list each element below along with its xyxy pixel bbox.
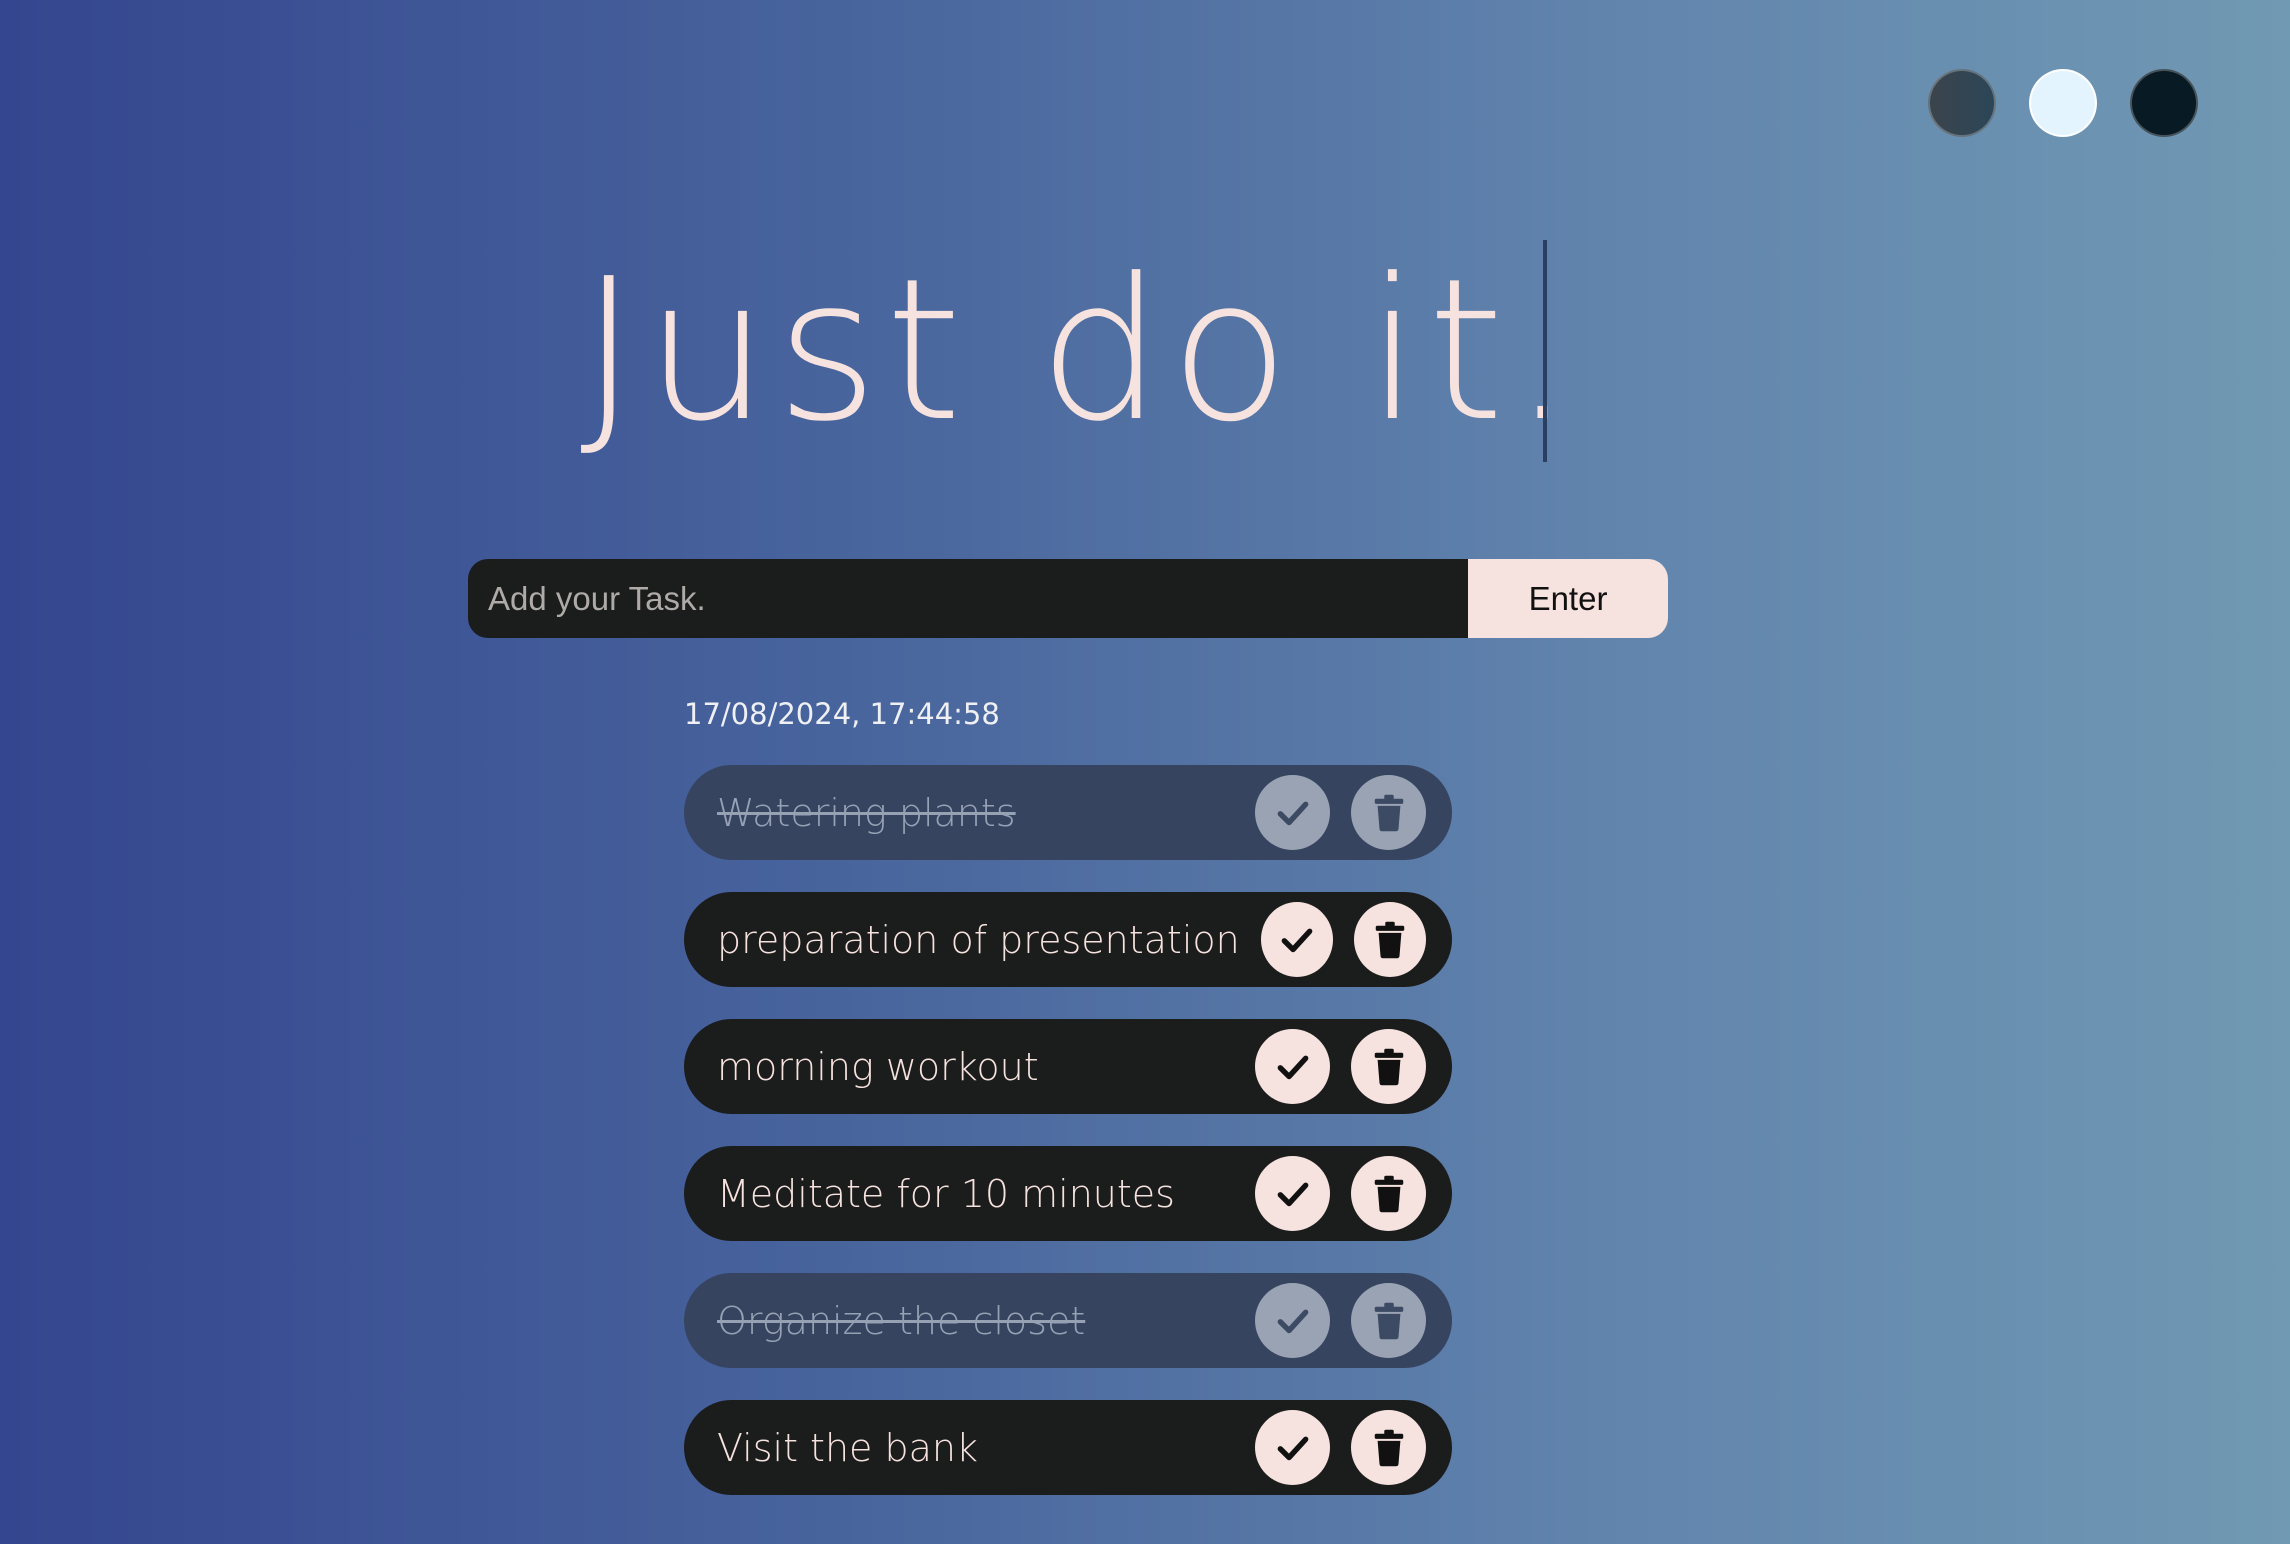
text-cursor bbox=[1543, 240, 1547, 462]
trash-icon bbox=[1374, 1429, 1403, 1466]
task-item: Watering plants bbox=[684, 765, 1452, 860]
task-item: Visit the bank bbox=[684, 1400, 1452, 1495]
check-icon bbox=[1277, 1436, 1308, 1460]
task-input[interactable] bbox=[468, 559, 1468, 638]
task-item: preparation of presentation bbox=[684, 892, 1452, 987]
add-task-form: Enter bbox=[468, 559, 1668, 638]
task-text: Watering plants bbox=[717, 790, 1016, 835]
check-icon bbox=[1277, 801, 1308, 825]
delete-button[interactable] bbox=[1351, 775, 1426, 850]
task-item: morning workout bbox=[684, 1019, 1452, 1114]
task-text: morning workout bbox=[717, 1044, 1039, 1089]
task-text: Meditate for 10 minutes bbox=[717, 1171, 1175, 1216]
trash-icon bbox=[1374, 1302, 1403, 1339]
task-text: Organize the closet bbox=[717, 1298, 1086, 1343]
task-list: Watering plants preparation of presentat… bbox=[684, 765, 1452, 1527]
task-text: Visit the bank bbox=[717, 1425, 978, 1470]
complete-button[interactable] bbox=[1260, 902, 1333, 977]
complete-button[interactable] bbox=[1255, 1156, 1330, 1231]
complete-button[interactable] bbox=[1255, 1410, 1330, 1485]
check-icon bbox=[1281, 928, 1313, 952]
trash-icon bbox=[1375, 921, 1405, 958]
delete-button[interactable] bbox=[1351, 1410, 1426, 1485]
complete-button[interactable] bbox=[1255, 1029, 1330, 1104]
trash-icon bbox=[1374, 1175, 1403, 1212]
check-icon bbox=[1277, 1309, 1308, 1333]
theme-switcher bbox=[1928, 69, 2198, 137]
check-icon bbox=[1277, 1055, 1308, 1079]
task-item: Meditate for 10 minutes bbox=[684, 1146, 1452, 1241]
theme-dark-slate-button[interactable] bbox=[1928, 69, 1996, 137]
trash-icon bbox=[1374, 794, 1403, 831]
delete-button[interactable] bbox=[1351, 1283, 1426, 1358]
task-item: Organize the closet bbox=[684, 1273, 1452, 1368]
check-icon bbox=[1277, 1182, 1308, 1206]
enter-button[interactable]: Enter bbox=[1468, 559, 1668, 638]
complete-button[interactable] bbox=[1255, 1283, 1330, 1358]
delete-button[interactable] bbox=[1351, 1156, 1426, 1231]
task-text: preparation of presentation bbox=[717, 917, 1240, 962]
delete-button[interactable] bbox=[1351, 1029, 1426, 1104]
complete-button[interactable] bbox=[1255, 775, 1330, 850]
datetime-display: 17/08/2024, 17:44:58 bbox=[684, 697, 1000, 731]
theme-deep-navy-button[interactable] bbox=[2130, 69, 2198, 137]
page-title: Just do it. bbox=[580, 237, 1581, 465]
trash-icon bbox=[1374, 1048, 1403, 1085]
delete-button[interactable] bbox=[1353, 902, 1426, 977]
theme-light-ice-button[interactable] bbox=[2029, 69, 2097, 137]
